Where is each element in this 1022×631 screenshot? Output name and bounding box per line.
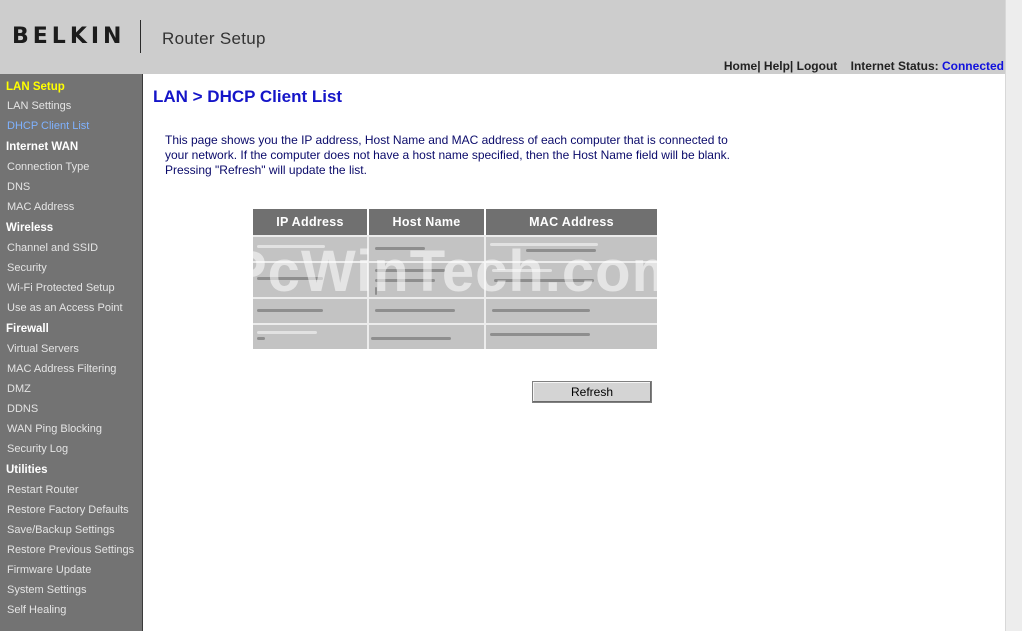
cell-host-redacted <box>369 263 486 297</box>
help-link[interactable]: Help <box>764 59 790 73</box>
intro-line: Pressing "Refresh" will update the list. <box>165 163 367 177</box>
sidebar-item-wan-ping-blocking[interactable]: WAN Ping Blocking <box>7 423 102 435</box>
intro-text: This page shows you the IP address, Host… <box>165 133 755 178</box>
cell-mac-redacted <box>486 325 657 349</box>
sidebar-heading-firewall[interactable]: Firewall <box>6 323 49 335</box>
cell-ip-redacted <box>253 299 369 323</box>
cell-mac-redacted <box>486 299 657 323</box>
sidebar-item-channel-ssid[interactable]: Channel and SSID <box>7 242 98 254</box>
cell-host-redacted <box>369 325 486 349</box>
sidebar-heading-utilities[interactable]: Utilities <box>6 464 48 476</box>
sidebar-item-ddns[interactable]: DDNS <box>7 403 38 415</box>
sidebar-item-self-healing[interactable]: Self Healing <box>7 604 66 616</box>
sidebar-item-security[interactable]: Security <box>7 262 47 274</box>
column-header-host-name: Host Name <box>369 209 486 235</box>
sidebar-item-dhcp-client-list[interactable]: DHCP Client List <box>7 120 89 132</box>
cell-mac-redacted <box>486 237 657 261</box>
table-row <box>253 261 657 297</box>
vertical-scrollbar[interactable] <box>1005 0 1022 631</box>
sidebar-item-access-point[interactable]: Use as an Access Point <box>7 302 123 314</box>
intro-line: your network. If the computer does not h… <box>165 148 730 162</box>
logo-divider <box>140 20 141 53</box>
sidebar-item-restart-router[interactable]: Restart Router <box>7 484 79 496</box>
table-row <box>253 297 657 323</box>
cell-host-redacted <box>369 237 486 261</box>
column-header-ip-address: IP Address <box>253 209 369 235</box>
sidebar-item-mac-filtering[interactable]: MAC Address Filtering <box>7 363 116 375</box>
sidebar-item-restore-previous[interactable]: Restore Previous Settings <box>7 544 134 556</box>
cell-ip-redacted <box>253 237 369 261</box>
cell-mac-redacted <box>486 263 657 297</box>
cell-host-redacted <box>369 299 486 323</box>
app-title: Router Setup <box>162 29 266 48</box>
sidebar-item-system-settings[interactable]: System Settings <box>7 584 86 596</box>
intro-line: This page shows you the IP address, Host… <box>165 133 728 147</box>
sidebar-item-security-log[interactable]: Security Log <box>7 443 68 455</box>
logout-link[interactable]: Logout <box>797 59 838 73</box>
refresh-button[interactable]: Refresh <box>532 381 652 403</box>
page-title: LAN > DHCP Client List <box>153 87 343 106</box>
table-row <box>253 235 657 261</box>
sidebar-heading-internet-wan[interactable]: Internet WAN <box>6 141 78 153</box>
dhcp-client-table: IP Address Host Name MAC Address <box>253 209 657 349</box>
header-bar: BELKIN Router Setup Home| Help| Logout I… <box>0 0 1005 74</box>
sidebar-heading-wireless[interactable]: Wireless <box>6 222 53 234</box>
nav-separator: | <box>757 59 761 73</box>
column-header-mac-address: MAC Address <box>529 215 614 229</box>
cell-ip-redacted <box>253 325 369 349</box>
sidebar-item-wifi-protected-setup[interactable]: Wi-Fi Protected Setup <box>7 282 115 294</box>
sidebar-item-save-backup[interactable]: Save/Backup Settings <box>7 524 115 536</box>
table-header: IP Address Host Name MAC Address <box>253 209 657 235</box>
home-link[interactable]: Home <box>724 59 757 73</box>
sidebar-heading-lan-setup[interactable]: LAN Setup <box>6 81 65 93</box>
belkin-logo: BELKIN <box>12 24 126 49</box>
sidebar-item-lan-settings[interactable]: LAN Settings <box>7 100 71 112</box>
sidebar: LAN Setup LAN Settings DHCP Client List … <box>0 74 143 631</box>
sidebar-item-firmware-update[interactable]: Firmware Update <box>7 564 91 576</box>
nav-separator: | <box>789 59 794 73</box>
sidebar-item-connection-type[interactable]: Connection Type <box>7 161 89 173</box>
sidebar-item-restore-factory[interactable]: Restore Factory Defaults <box>7 504 129 516</box>
table-row <box>253 323 657 349</box>
top-nav: Home| Help| Logout Internet Status: Conn… <box>724 59 1004 73</box>
sidebar-item-dmz[interactable]: DMZ <box>7 383 31 395</box>
sidebar-item-virtual-servers[interactable]: Virtual Servers <box>7 343 79 355</box>
internet-status-value: Connected <box>941 59 1004 73</box>
sidebar-item-mac-address[interactable]: MAC Address <box>7 201 74 213</box>
cell-ip-redacted <box>253 263 369 297</box>
internet-status-label: Internet Status: <box>850 59 939 73</box>
sidebar-item-dns[interactable]: DNS <box>7 181 30 193</box>
